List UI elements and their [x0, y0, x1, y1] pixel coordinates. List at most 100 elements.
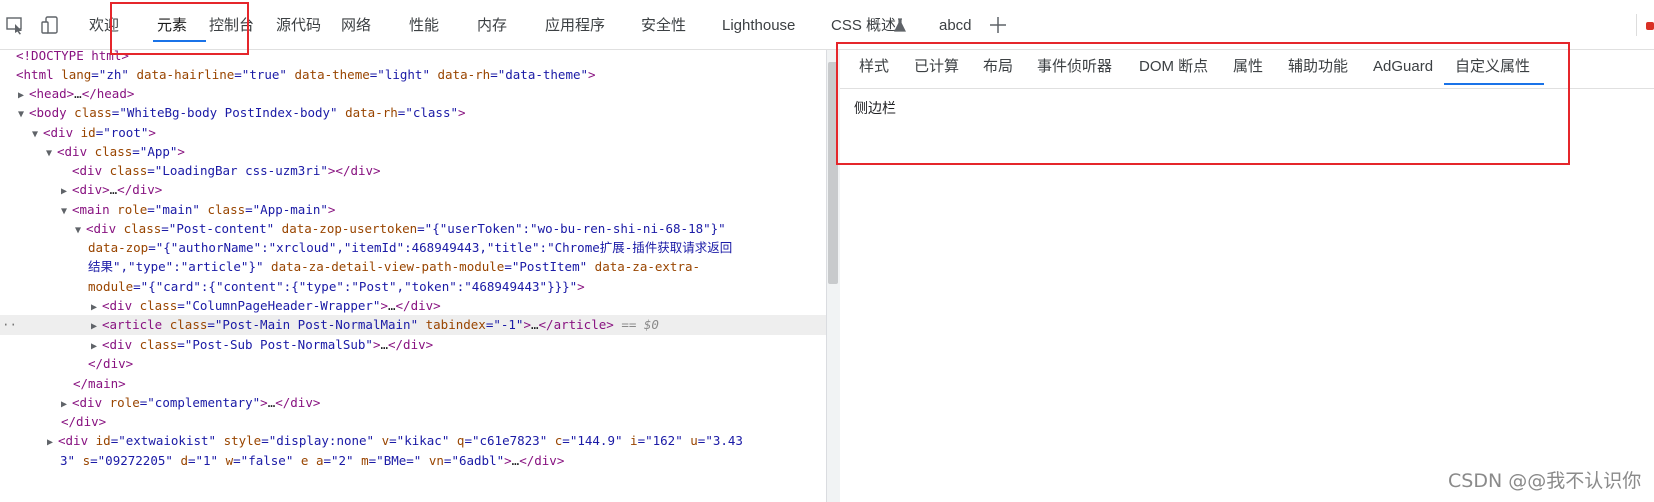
attr-name: vn — [421, 453, 444, 468]
attr-value: ="extwaiokist" — [110, 433, 217, 448]
dom-tree-scrollbar[interactable] — [828, 62, 838, 284]
attr-value: ="162" — [637, 433, 683, 448]
expand-triangle-icon[interactable]: ▶ — [61, 182, 72, 202]
tree-line[interactable]: ▼ <main role="main" class="App-main"> — [61, 200, 335, 220]
issues-badge-icon[interactable] — [1646, 22, 1654, 30]
attr-value: ="main" — [147, 202, 200, 217]
tree-line[interactable]: ▼ <body class="WhiteBg-body PostIndex-bod… — [18, 103, 466, 123]
attr-name: u — [682, 433, 698, 448]
tag-text: > — [177, 144, 185, 159]
tab-css-overview[interactable]: CSS 概述 — [831, 0, 896, 50]
ellipsis[interactable]: … — [380, 337, 388, 352]
attr-name: module — [88, 279, 134, 294]
tree-line[interactable]: module="{"card":{"content":{"type":"Post… — [88, 277, 585, 297]
attr-name: i — [622, 433, 638, 448]
tree-line[interactable]: data-zop="{"authorName":"xrcloud","itemI… — [88, 238, 732, 258]
tree-line[interactable]: ▶ <div class="ColumnPageHeader-Wrapper">…… — [91, 296, 441, 316]
attr-name: id — [73, 125, 96, 140]
tree-line-selected[interactable]: ·· ▶ <article class="Post-Main Post-Norma… — [0, 315, 826, 335]
collapse-triangle-icon[interactable]: ▼ — [32, 125, 43, 145]
ellipsis[interactable]: … — [74, 86, 82, 101]
tab-dom-breakpoints[interactable]: DOM 断点 — [1139, 50, 1208, 88]
attr-value: ="1" — [187, 453, 219, 468]
active-tab-indicator — [153, 40, 206, 42]
attr-value: ="class" — [397, 105, 459, 120]
node-menu-dots[interactable]: ·· — [2, 315, 17, 335]
tab-performance[interactable]: 性能 — [409, 0, 439, 50]
attr-name: class — [132, 298, 178, 313]
tab-event-listeners[interactable]: 事件侦听器 — [1037, 50, 1112, 88]
tab-layout[interactable]: 布局 — [983, 50, 1013, 88]
tab-memory[interactable]: 内存 — [477, 0, 507, 50]
tree-line[interactable]: ▶ <div>…</div> — [61, 180, 162, 200]
tree-line[interactable]: ▶ <head>…</head> — [18, 84, 134, 104]
attr-name: data-zop-usertoken — [274, 221, 418, 236]
expand-triangle-icon[interactable]: ▶ — [47, 433, 58, 453]
attr-name: class — [66, 105, 112, 120]
tab-computed[interactable]: 已计算 — [914, 50, 959, 88]
tag-text: <div — [86, 221, 117, 236]
tree-line[interactable]: ▼ <div id="root"> — [32, 123, 156, 143]
tag-text: </div> — [61, 414, 107, 429]
tab-lighthouse[interactable]: Lighthouse — [722, 0, 795, 50]
collapse-triangle-icon[interactable]: ▼ — [46, 144, 57, 164]
attr-name: v — [374, 433, 390, 448]
attr-name: id — [88, 433, 111, 448]
devtools-toolbar: 欢迎 元素 控制台 源代码 网络 性能 内存 应用程序 安全性 Lighthou… — [0, 0, 1654, 50]
attr-name: c — [547, 433, 563, 448]
ellipsis[interactable]: … — [531, 317, 539, 332]
tag-text: </article> — [538, 317, 614, 332]
attr-name: class — [199, 202, 246, 217]
tab-security[interactable]: 安全性 — [641, 0, 686, 50]
tag-text: <body — [29, 105, 67, 120]
tag-text: <div> — [72, 182, 110, 197]
tag-text: </div> — [275, 395, 321, 410]
attr-value: ="display:none" — [261, 433, 375, 448]
tree-line[interactable]: <div class="LoadingBar css-uzm3ri"></div… — [72, 161, 381, 181]
tree-line[interactable]: ▶ <div class="Post-Sub Post-NormalSub">…<… — [91, 335, 433, 355]
attr-value: ="BMe=" — [368, 453, 422, 468]
tree-line[interactable]: ▶ <div role="complementary">…</div> — [61, 393, 320, 413]
dom-tree[interactable]: <!DOCTYPE html> <html lang="zh" data-hai… — [0, 50, 826, 502]
tab-accessibility[interactable]: 辅助功能 — [1288, 50, 1348, 88]
attr-value: ="true" — [234, 67, 287, 82]
tab-sources[interactable]: 源代码 — [276, 0, 321, 50]
tab-adguard[interactable]: AdGuard — [1373, 50, 1433, 88]
collapse-triangle-icon[interactable]: ▼ — [61, 202, 72, 222]
tree-line[interactable]: <html lang="zh" data-hairline="true" dat… — [16, 65, 596, 85]
attr-value: ="-1" — [485, 317, 524, 332]
device-toolbar-icon[interactable] — [39, 14, 61, 36]
tab-welcome[interactable]: 欢迎 — [89, 0, 119, 50]
tab-styles[interactable]: 样式 — [859, 50, 889, 88]
ellipsis[interactable]: … — [388, 298, 396, 313]
tab-application[interactable]: 应用程序 — [545, 0, 605, 50]
attr-value: 结果","type":"article"}" — [88, 259, 264, 274]
attr-name: data-rh — [429, 67, 491, 82]
tree-line[interactable]: ▶ <div id="extwaiokist" style="display:no… — [47, 431, 743, 451]
tab-console[interactable]: 控制台 — [209, 0, 254, 50]
tab-network[interactable]: 网络 — [341, 0, 371, 50]
tree-line[interactable]: </div> — [88, 354, 133, 374]
tree-line[interactable]: <!DOCTYPE html> — [16, 50, 129, 66]
tab-elements[interactable]: 元素 — [157, 0, 187, 50]
tree-line[interactable]: </div> — [61, 412, 106, 432]
inspect-element-icon[interactable] — [4, 14, 26, 36]
expand-triangle-icon[interactable]: ▶ — [91, 317, 102, 337]
attr-name: s — [75, 453, 91, 468]
tab-abcd[interactable]: abcd — [939, 0, 972, 50]
tree-line[interactable]: </main> — [73, 374, 126, 394]
plus-icon[interactable] — [988, 15, 1008, 35]
tree-line[interactable]: ▼ <div class="Post-content" data-zop-user… — [75, 219, 726, 239]
attr-name: class — [132, 337, 178, 352]
tag-text: <head> — [29, 86, 75, 101]
collapse-triangle-icon[interactable]: ▼ — [18, 105, 29, 125]
sidebar-content-text: 侧边栏 — [854, 100, 896, 116]
tree-line[interactable]: 结果","type":"article"}" data-za-detail-vi… — [88, 257, 700, 277]
tree-line[interactable]: ▼ <div class="App"> — [46, 142, 185, 162]
tab-properties[interactable]: 属性 — [1233, 50, 1263, 88]
tree-line[interactable]: 3" s="09272205" d="1" w="false" e a="2" … — [60, 451, 564, 471]
attr-value: ="09272205" — [90, 453, 173, 468]
collapse-triangle-icon[interactable]: ▼ — [75, 221, 86, 241]
tag-text: > — [380, 298, 388, 313]
attr-name: class — [116, 221, 162, 236]
